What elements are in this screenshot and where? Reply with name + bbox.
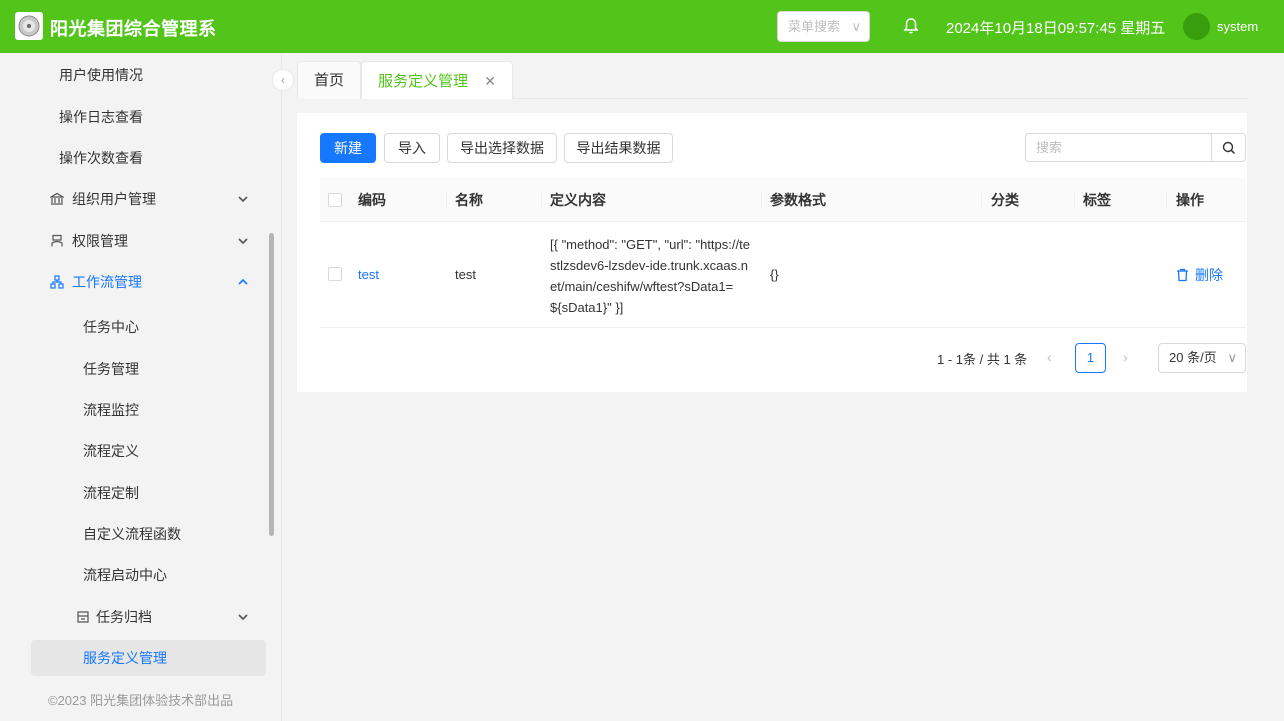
search-icon <box>1222 141 1236 155</box>
search-button[interactable] <box>1211 133 1246 162</box>
trash-icon <box>1177 268 1188 282</box>
sidebar-item-label: 任务中心 <box>83 319 139 335</box>
row-checkbox[interactable] <box>328 267 342 281</box>
row-definition: [{ "method": "GET", "url": "https://test… <box>550 237 750 315</box>
import-button[interactable]: 导入 <box>384 133 440 163</box>
column-header-category[interactable]: 分类 <box>991 178 1019 222</box>
column-header-definition[interactable]: 定义内容 <box>550 178 606 222</box>
sidebar-item-label: 流程启动中心 <box>83 567 167 583</box>
column-separator <box>981 191 982 209</box>
sidebar-item-label: 用户使用情况 <box>59 67 143 83</box>
column-separator <box>1166 191 1167 209</box>
sidebar-item-process-customize[interactable]: 流程定制 <box>0 475 282 511</box>
sidebar-item-task-center[interactable]: 任务中心 <box>0 309 282 345</box>
sidebar-item-label: 流程定制 <box>83 485 139 501</box>
column-header-code[interactable]: 编码 <box>358 178 386 222</box>
column-header-tag[interactable]: 标签 <box>1083 178 1111 222</box>
column-separator <box>446 191 447 209</box>
current-datetime: 2024年10月18日09:57:45 星期五 <box>946 20 1166 37</box>
content-card: 新建 导入 导出选择数据 导出结果数据 搜索 编码 名称 定义内容 参数格式 分… <box>297 113 1247 392</box>
column-separator <box>761 191 762 209</box>
table-row: test test [{ "method": "GET", "url": "ht… <box>320 222 1246 328</box>
page-size-select[interactable]: 20 条/页 ∨ <box>1158 343 1246 373</box>
bell-icon[interactable] <box>901 16 921 36</box>
archive-icon <box>77 611 89 623</box>
new-button[interactable]: 新建 <box>320 133 376 163</box>
disc-icon <box>18 15 40 37</box>
export-selected-button[interactable]: 导出选择数据 <box>447 133 557 163</box>
next-page-icon[interactable]: › <box>1123 349 1128 365</box>
tab-service-definition[interactable]: 服务定义管理 ✕ <box>361 61 513 99</box>
bank-icon <box>50 192 64 205</box>
sidebar-item-task-archive[interactable]: 任务归档 <box>0 599 282 635</box>
sidebar-item-label: 任务管理 <box>83 361 139 377</box>
delete-label: 删除 <box>1195 267 1223 283</box>
select-all-checkbox[interactable] <box>328 193 342 207</box>
column-separator <box>541 191 542 209</box>
export-result-button[interactable]: 导出结果数据 <box>564 133 673 163</box>
tab-home[interactable]: 首页 <box>297 61 362 99</box>
column-separator <box>1074 191 1075 209</box>
sidebar-item-process-monitor[interactable]: 流程监控 <box>0 392 282 428</box>
search-input[interactable]: 搜索 <box>1025 133 1212 162</box>
sidebar-collapse-button[interactable]: ‹ <box>272 69 294 91</box>
chevron-down-icon <box>238 196 248 203</box>
chevron-down-icon <box>238 614 248 621</box>
row-param-format: {} <box>770 267 779 282</box>
row-name: test <box>455 267 476 282</box>
sidebar-item-label: 操作日志查看 <box>59 109 143 125</box>
chevron-down-icon: ∨ <box>851 19 861 34</box>
sidebar-item-operation-log[interactable]: 操作日志查看 <box>0 99 282 135</box>
chevron-up-icon <box>238 278 248 285</box>
sidebar-item-label: 权限管理 <box>72 233 128 249</box>
sidebar-item-label: 流程监控 <box>83 402 139 418</box>
sidebar-item-label: 操作次数查看 <box>59 150 143 166</box>
tab-label: 服务定义管理 <box>378 73 469 90</box>
sidebar-item-service-definition[interactable]: 服务定义管理 <box>31 640 266 676</box>
sidebar-item-label: 流程定义 <box>83 443 139 459</box>
current-page-button[interactable]: 1 <box>1075 343 1106 373</box>
table-header: 编码 名称 定义内容 参数格式 分类 标签 操作 <box>320 178 1246 222</box>
sidebar-item-label: 服务定义管理 <box>83 650 167 666</box>
sidebar-item-label: 自定义流程函数 <box>83 526 181 542</box>
sidebar: 用户使用情况 操作日志查看 操作次数查看 组织用户管理 权限管理 工作流管理 任… <box>0 53 282 721</box>
logo <box>15 12 43 40</box>
tab-label: 首页 <box>314 72 345 89</box>
column-header-name[interactable]: 名称 <box>455 178 483 222</box>
delete-button[interactable]: 删除 <box>1176 265 1223 285</box>
sidebar-item-operation-count[interactable]: 操作次数查看 <box>0 140 282 176</box>
prev-page-icon[interactable]: ‹ <box>1047 349 1052 365</box>
sidebar-item-process-start-center[interactable]: 流程启动中心 <box>0 557 282 593</box>
column-header-action: 操作 <box>1176 192 1204 208</box>
copyright: ©2023 阳光集团体验技术部出品 <box>48 693 234 708</box>
sidebar-item-label: 组织用户管理 <box>72 191 156 207</box>
sidebar-item-user-usage[interactable]: 用户使用情况 <box>0 57 282 93</box>
close-icon[interactable]: ✕ <box>484 73 496 89</box>
pagination-summary: 1 - 1条 / 共 1 条 <box>937 352 1028 367</box>
avatar[interactable] <box>1183 13 1210 40</box>
menu-search-placeholder: 菜单搜索 <box>788 19 841 34</box>
sidebar-item-org-user-mgmt[interactable]: 组织用户管理 <box>0 181 282 217</box>
sidebar-item-custom-functions[interactable]: 自定义流程函数 <box>0 516 282 552</box>
sidebar-item-label: 工作流管理 <box>72 274 142 290</box>
chevron-down-icon <box>238 238 248 245</box>
sidebar-item-process-definition[interactable]: 流程定义 <box>0 433 282 469</box>
tab-bar: 首页 服务定义管理 ✕ <box>297 61 1247 99</box>
app-title: 阳光集团综合管理系 <box>50 19 217 39</box>
sidebar-item-label: 任务归档 <box>96 609 152 625</box>
sidebar-item-task-mgmt[interactable]: 任务管理 <box>0 351 282 387</box>
sidebar-scrollbar[interactable] <box>269 233 274 536</box>
sidebar-item-permission-mgmt[interactable]: 权限管理 <box>0 223 282 259</box>
chevron-down-icon: ∨ <box>1227 350 1237 365</box>
user-icon <box>51 234 63 247</box>
row-code-link[interactable]: test <box>358 267 379 282</box>
column-header-param-format[interactable]: 参数格式 <box>770 178 826 222</box>
sidebar-item-workflow-mgmt[interactable]: 工作流管理 <box>0 264 282 300</box>
cluster-icon <box>50 275 64 289</box>
top-header: 阳光集团综合管理系 菜单搜索 ∨ 2024年10月18日09:57:45 星期五… <box>0 0 1284 53</box>
page-size-value: 20 条/页 <box>1169 350 1217 365</box>
menu-search-select[interactable]: 菜单搜索 ∨ <box>777 11 870 42</box>
username[interactable]: system <box>1217 19 1258 34</box>
